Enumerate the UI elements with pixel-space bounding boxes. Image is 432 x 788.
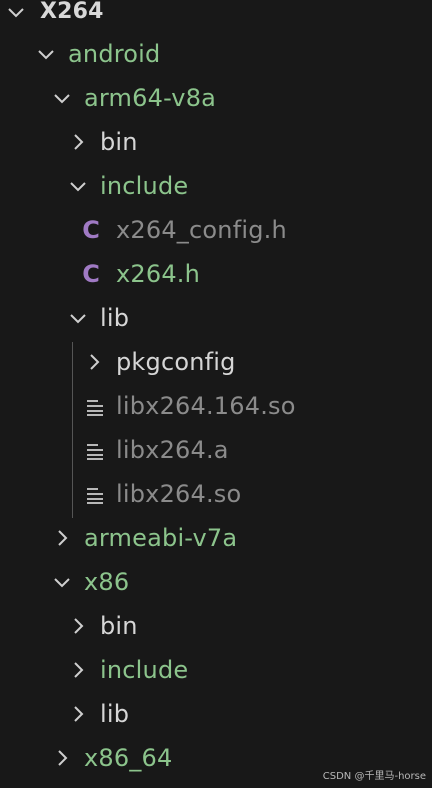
tree-item-x86-bin[interactable]: bin [0, 604, 432, 648]
chevron-right-icon [52, 748, 72, 768]
c-file-icon: C [82, 260, 100, 288]
tree-item-libx264-so[interactable]: libx264.so [0, 472, 432, 516]
chevron-right-icon [68, 660, 88, 680]
tree-item-label: libx264.so [116, 480, 242, 508]
lines-file-icon [86, 398, 104, 416]
tree-item-label: bin [100, 128, 138, 156]
tree-item-libx264-164-so[interactable]: libx264.164.so [0, 384, 432, 428]
tree-item-android[interactable]: android [0, 32, 432, 76]
tree-item-label: lib [100, 700, 130, 728]
lines-file-icon [86, 486, 104, 504]
tree-item-x264-config-h[interactable]: C x264_config.h [0, 208, 432, 252]
tree-item-lib[interactable]: lib [0, 296, 432, 340]
c-file-icon: C [82, 216, 100, 244]
tree-item-label: include [100, 656, 189, 684]
tree-item-arm64-v8a[interactable]: arm64-v8a [0, 76, 432, 120]
tree-item-label: armeabi-v7a [84, 524, 238, 552]
tree-item-x86[interactable]: x86 [0, 560, 432, 604]
chevron-down-icon [36, 44, 56, 64]
tree-item-label: x264.h [116, 260, 201, 288]
tree-item-bin[interactable]: bin [0, 120, 432, 164]
tree-item-label: libx264.164.so [116, 392, 296, 420]
watermark: CSDN @千里马-horse [322, 771, 426, 782]
tree-item-label: arm64-v8a [84, 84, 217, 112]
tree-item-label: lib [100, 304, 130, 332]
tree-item-label: pkgconfig [116, 348, 236, 376]
tree-item-x86-include[interactable]: include [0, 648, 432, 692]
chevron-down-icon [6, 2, 26, 22]
chevron-down-icon [68, 176, 88, 196]
tree-item-x264-h[interactable]: C x264.h [0, 252, 432, 296]
lines-file-icon [86, 442, 104, 460]
tree-item-label: bin [100, 612, 138, 640]
chevron-right-icon [52, 528, 72, 548]
tree-item-include[interactable]: include [0, 164, 432, 208]
tree-item-label: libx264.a [116, 436, 229, 464]
explorer-tree: X264 android arm64-v8a bin include C x26… [0, 0, 432, 788]
chevron-right-icon [68, 132, 88, 152]
tree-item-x86-lib[interactable]: lib [0, 692, 432, 736]
chevron-right-icon [68, 616, 88, 636]
tree-item-label: x86 [84, 568, 130, 596]
tree-item-label: include [100, 172, 189, 200]
tree-root-label: X264 [40, 0, 104, 24]
chevron-down-icon [68, 308, 88, 328]
tree-item-armeabi-v7a[interactable]: armeabi-v7a [0, 516, 432, 560]
tree-item-libx264-a[interactable]: libx264.a [0, 428, 432, 472]
tree-item-label: x264_config.h [116, 216, 287, 244]
tree-item-label: x86_64 [84, 744, 173, 772]
chevron-down-icon [52, 88, 72, 108]
tree-item-label: android [68, 40, 161, 68]
chevron-down-icon [52, 572, 72, 592]
tree-item-pkgconfig[interactable]: pkgconfig [0, 340, 432, 384]
chevron-right-icon [68, 704, 88, 724]
chevron-right-icon [84, 352, 104, 372]
tree-root-x264[interactable]: X264 [0, 0, 432, 34]
